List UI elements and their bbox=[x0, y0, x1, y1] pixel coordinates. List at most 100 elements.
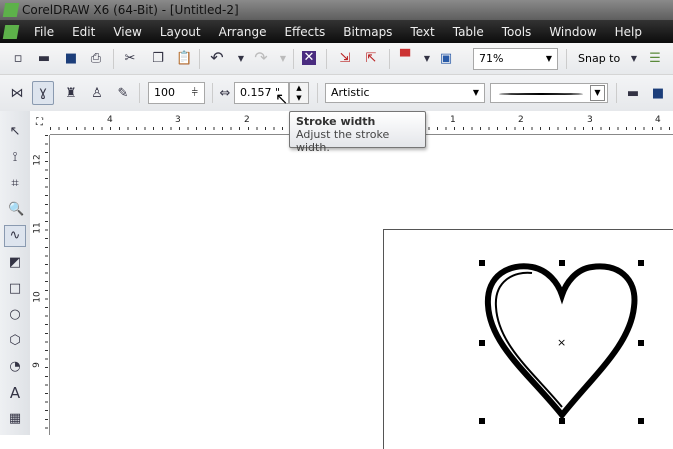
preset-tool-icon[interactable]: ⋈ bbox=[10, 87, 24, 101]
center-marker-icon: × bbox=[557, 336, 567, 349]
brush-category-select[interactable]: Artistic ▼ bbox=[325, 83, 485, 103]
menu-help[interactable]: Help bbox=[615, 25, 642, 39]
chevron-down-icon: ▼ bbox=[545, 54, 552, 63]
app-menu-icon[interactable] bbox=[2, 24, 20, 39]
rectangle-tool-icon[interactable]: □ bbox=[8, 282, 22, 296]
slider-icon[interactable]: ⫩ bbox=[192, 83, 198, 103]
selection-handle[interactable] bbox=[479, 340, 485, 346]
copy-icon[interactable]: ❐ bbox=[151, 52, 165, 66]
selection-handle[interactable] bbox=[479, 418, 485, 424]
polygon-tool-icon[interactable]: ⬡ bbox=[8, 334, 22, 348]
stroke-width-spinner[interactable]: ▲ ▼ bbox=[289, 82, 309, 104]
ruler-label: 2 bbox=[518, 115, 524, 125]
snap-to-button[interactable]: Snap to bbox=[578, 52, 620, 65]
selection-handle[interactable] bbox=[559, 418, 565, 424]
pick-tool-icon[interactable]: ↖ bbox=[8, 125, 22, 139]
smoothing-value: 100 bbox=[154, 86, 175, 99]
menu-arrange[interactable]: Arrange bbox=[219, 25, 267, 39]
new-document-icon[interactable]: ▫ bbox=[11, 52, 25, 66]
undo-dropdown-icon[interactable]: ▼ bbox=[234, 52, 248, 66]
redo-dropdown-icon[interactable]: ▼ bbox=[276, 52, 290, 66]
chevron-down-icon: ▼ bbox=[590, 85, 605, 101]
toolbox: ↖ ⟟ ⌗ 🔍 ∿ ◩ □ ○ ⬡ ◔ A ▦ bbox=[0, 111, 30, 435]
freehand-smoothing-field[interactable]: 100 ⫩ bbox=[148, 82, 205, 104]
menu-text[interactable]: Text bbox=[410, 25, 434, 39]
selection-handle[interactable] bbox=[559, 260, 565, 266]
basic-shapes-icon[interactable]: ◔ bbox=[8, 360, 22, 374]
coreldraw-logo-icon bbox=[2, 3, 20, 17]
tooltip-title: Stroke width bbox=[296, 115, 376, 128]
ruler-origin[interactable]: ⛶ bbox=[30, 111, 50, 135]
menu-table[interactable]: Table bbox=[453, 25, 484, 39]
ellipse-tool-icon[interactable]: ○ bbox=[8, 308, 22, 322]
brush-stroke-select[interactable]: ▼ bbox=[490, 83, 608, 103]
ruler-label: 12 bbox=[32, 154, 43, 166]
save-stroke-icon[interactable]: ■ bbox=[651, 87, 665, 101]
window-title: CorelDRAW X6 (64-Bit) - [Untitled-2] bbox=[22, 3, 239, 17]
brush-tool-icon[interactable]: ɣ bbox=[32, 81, 54, 105]
shape-tool-icon[interactable]: ⟟ bbox=[8, 151, 22, 165]
stroke-width-icon: ⇔ bbox=[219, 86, 231, 101]
selection-handle[interactable] bbox=[638, 340, 644, 346]
mouse-cursor-icon: ↖ bbox=[275, 89, 289, 108]
standard-toolbar: ▫ ▬ ■ ⎙ ✂ ❐ 📋 ↶ ▼ ↷ ▼ ✕ ⇲ ⇱ ▀ ▼ ▣ 71% ▼ S… bbox=[0, 43, 673, 75]
menu-edit[interactable]: Edit bbox=[72, 25, 95, 39]
menu-view[interactable]: View bbox=[113, 25, 141, 39]
import-icon[interactable]: ⇲ bbox=[338, 52, 352, 66]
search-content-icon[interactable]: ✕ bbox=[302, 51, 316, 65]
menu-tools[interactable]: Tools bbox=[502, 25, 532, 39]
welcome-screen-icon[interactable]: ▣ bbox=[439, 52, 453, 66]
ruler-label: 2 bbox=[244, 115, 250, 125]
menu-effects[interactable]: Effects bbox=[284, 25, 325, 39]
sprayer-icon[interactable]: ♜ bbox=[64, 87, 78, 101]
title-bar: CorelDRAW X6 (64-Bit) - [Untitled-2] bbox=[0, 0, 673, 20]
browse-icon[interactable]: ▬ bbox=[626, 87, 640, 101]
open-icon[interactable]: ▬ bbox=[37, 52, 51, 66]
selection-handle[interactable] bbox=[638, 418, 644, 424]
ruler-label: 3 bbox=[175, 115, 181, 125]
save-icon[interactable]: ■ bbox=[64, 52, 78, 66]
text-tool-icon[interactable]: A bbox=[8, 386, 22, 401]
brush-category-value: Artistic bbox=[331, 86, 370, 99]
snap-dropdown-icon[interactable]: ▼ bbox=[627, 52, 641, 66]
export-icon[interactable]: ⇱ bbox=[364, 52, 378, 66]
zoom-level-value: 71% bbox=[479, 52, 504, 65]
redo-icon[interactable]: ↷ bbox=[254, 50, 268, 66]
chevron-down-icon: ▼ bbox=[472, 88, 479, 97]
property-bar: ⋈ ɣ ♜ ♙ ✎ 100 ⫩ ⇔ 0.157 " ▲ ▼ ↖ Artistic ▼ … bbox=[0, 75, 673, 111]
cut-icon[interactable]: ✂ bbox=[123, 52, 137, 66]
smart-fill-icon[interactable]: ◩ bbox=[8, 256, 22, 270]
brush-stroke-preview bbox=[499, 93, 583, 95]
zoom-level-select[interactable]: 71% ▼ bbox=[473, 48, 558, 70]
undo-icon[interactable]: ↶ bbox=[210, 50, 224, 66]
ruler-label: 4 bbox=[107, 115, 113, 125]
menu-window[interactable]: Window bbox=[549, 25, 596, 39]
options-icon[interactable]: ☰ bbox=[648, 52, 662, 66]
selection-handle[interactable] bbox=[638, 260, 644, 266]
vertical-ruler[interactable]: 12 11 10 9 bbox=[30, 135, 50, 435]
calligraphic-icon[interactable]: ♙ bbox=[90, 87, 104, 101]
launcher-dropdown-icon[interactable]: ▼ bbox=[420, 52, 434, 66]
selection-handle[interactable] bbox=[479, 260, 485, 266]
crop-tool-icon[interactable]: ⌗ bbox=[8, 177, 22, 191]
zoom-tool-icon[interactable]: 🔍 bbox=[8, 203, 24, 217]
ruler-label: 10 bbox=[32, 291, 43, 303]
menu-file[interactable]: File bbox=[34, 25, 54, 39]
pressure-icon[interactable]: ✎ bbox=[116, 87, 130, 101]
paste-icon[interactable]: 📋 bbox=[176, 52, 192, 66]
application-launcher-icon[interactable]: ▀ bbox=[398, 51, 412, 65]
table-tool-icon[interactable]: ▦ bbox=[8, 412, 22, 426]
ruler-label: 4 bbox=[655, 115, 661, 125]
menu-bitmaps[interactable]: Bitmaps bbox=[343, 25, 392, 39]
stroke-width-tooltip: Stroke width Adjust the stroke width. bbox=[289, 111, 426, 154]
ruler-label: 3 bbox=[587, 115, 593, 125]
menu-bar: File Edit View Layout Arrange Effects Bi… bbox=[0, 20, 673, 43]
ruler-origin-icon: ⛶ bbox=[36, 117, 43, 128]
menu-layout[interactable]: Layout bbox=[160, 25, 201, 39]
print-icon[interactable]: ⎙ bbox=[89, 52, 103, 66]
ruler-label: 11 bbox=[32, 222, 43, 234]
ruler-label: 9 bbox=[31, 362, 42, 368]
ruler-label: 1 bbox=[450, 115, 456, 125]
tooltip-text: Adjust the stroke width. bbox=[296, 128, 390, 154]
artistic-media-tool-icon[interactable]: ∿ bbox=[4, 225, 26, 247]
